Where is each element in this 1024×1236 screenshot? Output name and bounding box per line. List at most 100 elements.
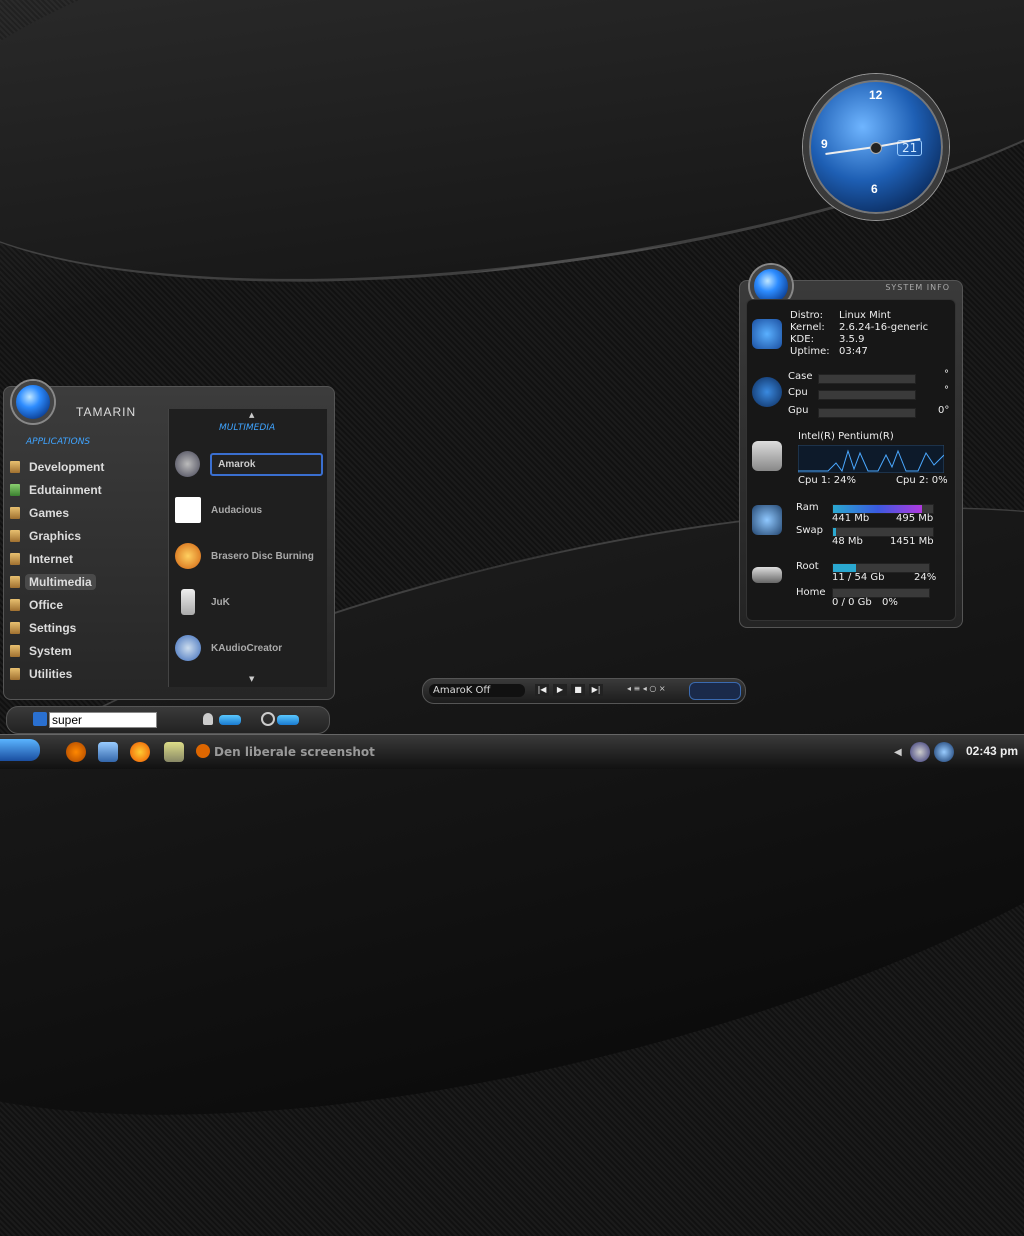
kaudiocreator-icon — [175, 635, 201, 661]
menu-username: TAMARIN — [76, 405, 137, 419]
category-games[interactable]: Games — [4, 501, 169, 524]
task-button[interactable]: Den liberale screenshot — [214, 745, 375, 759]
taskbar: Den liberale screenshot ◀ 02:43 pm — [0, 734, 1024, 769]
volume-slot[interactable] — [689, 682, 741, 700]
switch-user-button[interactable] — [219, 715, 241, 725]
swap-label: Swap — [796, 525, 824, 536]
uptime-value: 03:47 — [839, 346, 868, 357]
memory-camera-icon — [752, 505, 782, 535]
system-info-widget: SYSTEM INFO Distro: Linux Mint Kernel: 2… — [739, 265, 963, 628]
ubuntu-icon[interactable] — [66, 742, 86, 762]
category-label: System — [29, 643, 72, 658]
multimedia-header: MULTIMEDIA — [219, 423, 276, 433]
media-player-widget: AmaroK Off |◀ ▶ ■ ▶| ◂ ≡ ◂ ○ × — [422, 678, 746, 704]
cpu-temp-label: Cpu — [788, 387, 808, 398]
category-graphics[interactable]: Graphics — [4, 524, 169, 547]
app-label: Audacious — [211, 504, 263, 516]
root-percent: 24% — [914, 572, 937, 583]
cpu1-usage: Cpu 1: 24% — [798, 475, 856, 486]
search-icon — [33, 712, 47, 726]
case-temp-value: ° — [944, 369, 949, 380]
app-kaudiocreator[interactable]: KAudioCreator — [175, 631, 323, 665]
firefox-icon[interactable] — [130, 742, 150, 762]
amarok-icon — [175, 451, 201, 477]
category-edutainment[interactable]: Edutainment — [4, 478, 169, 501]
applications-header: APPLICATIONS — [26, 437, 91, 447]
category-office[interactable]: Office — [4, 593, 169, 616]
app-label: JuK — [211, 596, 230, 608]
home-folder-icon[interactable] — [98, 742, 118, 762]
app-audacious[interactable]: Audacious — [175, 493, 323, 527]
case-temp-label: Case — [788, 371, 813, 382]
player-controls[interactable]: ◂ ≡ ◂ ○ × — [627, 684, 666, 693]
user-icon — [203, 713, 213, 725]
kernel-value: 2.6.24-16-generic — [839, 322, 929, 333]
folder-icon — [10, 552, 20, 565]
category-list: Development Edutainment Games Graphics I… — [4, 455, 169, 685]
clock-minute-hand — [825, 146, 876, 155]
swap-used: 48 Mb — [832, 536, 863, 547]
analog-clock-widget[interactable]: 12 9 6 21 — [803, 74, 949, 220]
category-multimedia[interactable]: Multimedia — [4, 570, 169, 593]
category-settings[interactable]: Settings — [4, 616, 169, 639]
power-icon — [261, 712, 275, 726]
distro-value: Linux Mint — [839, 310, 891, 321]
gpu-temp-label: Gpu — [788, 405, 809, 416]
kde-menu-button[interactable] — [0, 739, 40, 761]
firefox-task-icon — [196, 744, 210, 758]
category-utilities[interactable]: Utilities — [4, 662, 169, 685]
gpu-temp-bar — [818, 408, 916, 418]
thermometer-gauge-icon — [752, 377, 782, 407]
text-editor-icon[interactable] — [164, 742, 184, 762]
cpu-temp-value: ° — [944, 385, 949, 396]
menu-search-bar — [6, 706, 330, 734]
category-label: Utilities — [29, 666, 73, 681]
cpu-name: Intel(R) Pentium(R) — [798, 431, 894, 442]
app-label: Amarok — [210, 452, 323, 476]
category-system[interactable]: System — [4, 639, 169, 662]
folder-icon — [10, 506, 20, 519]
folder-icon — [10, 575, 20, 588]
category-label: Multimedia — [25, 573, 96, 590]
category-development[interactable]: Development — [4, 455, 169, 478]
cpu-graph — [798, 445, 944, 473]
scroll-up-arrow[interactable]: ▲ — [249, 411, 254, 419]
folder-icon — [10, 644, 20, 657]
swap-total: 1451 Mb — [890, 536, 934, 547]
system-info-title: SYSTEM INFO — [885, 283, 950, 292]
kde-value: 3.5.9 — [839, 334, 865, 345]
audacious-icon — [175, 497, 201, 523]
app-brasero[interactable]: Brasero Disc Burning — [175, 539, 323, 573]
folder-icon — [10, 529, 20, 542]
search-input[interactable] — [49, 712, 157, 728]
network-icon[interactable] — [910, 742, 930, 762]
menu-orb-icon[interactable] — [12, 381, 54, 423]
category-label: Graphics — [29, 528, 82, 543]
application-menu: TAMARIN APPLICATIONS Development Edutain… — [3, 381, 335, 700]
tray-arrow-icon[interactable]: ◀ — [894, 747, 902, 758]
scroll-down-arrow[interactable]: ▼ — [249, 675, 254, 683]
app-amarok[interactable]: Amarok — [175, 447, 323, 481]
clock-numeral-9: 9 — [821, 137, 828, 151]
category-internet[interactable]: Internet — [4, 547, 169, 570]
stop-button[interactable]: ■ — [571, 684, 585, 696]
kernel-key: Kernel: — [790, 322, 825, 333]
ram-used: 441 Mb — [832, 513, 870, 524]
category-label: Settings — [29, 620, 77, 635]
folder-icon — [10, 460, 20, 473]
clock-hub — [870, 142, 882, 154]
shutdown-button[interactable] — [277, 715, 299, 725]
app-juk[interactable]: JuK — [175, 585, 323, 619]
play-button[interactable]: ▶ — [553, 684, 567, 696]
system-tray-icon[interactable] — [934, 742, 954, 762]
cpu2-usage: Cpu 2: 0% — [896, 475, 948, 486]
hard-drive-icon — [752, 567, 782, 583]
previous-button[interactable]: |◀ — [535, 684, 549, 696]
next-button[interactable]: ▶| — [589, 684, 603, 696]
brasero-icon — [175, 543, 201, 569]
root-usage: 11 / 54 Gb — [832, 572, 885, 583]
clock-time[interactable]: 02:43 pm — [966, 744, 1018, 758]
gpu-temp-value: 0° — [938, 405, 950, 416]
edutainment-icon — [10, 483, 20, 496]
category-label: Games — [29, 505, 70, 520]
